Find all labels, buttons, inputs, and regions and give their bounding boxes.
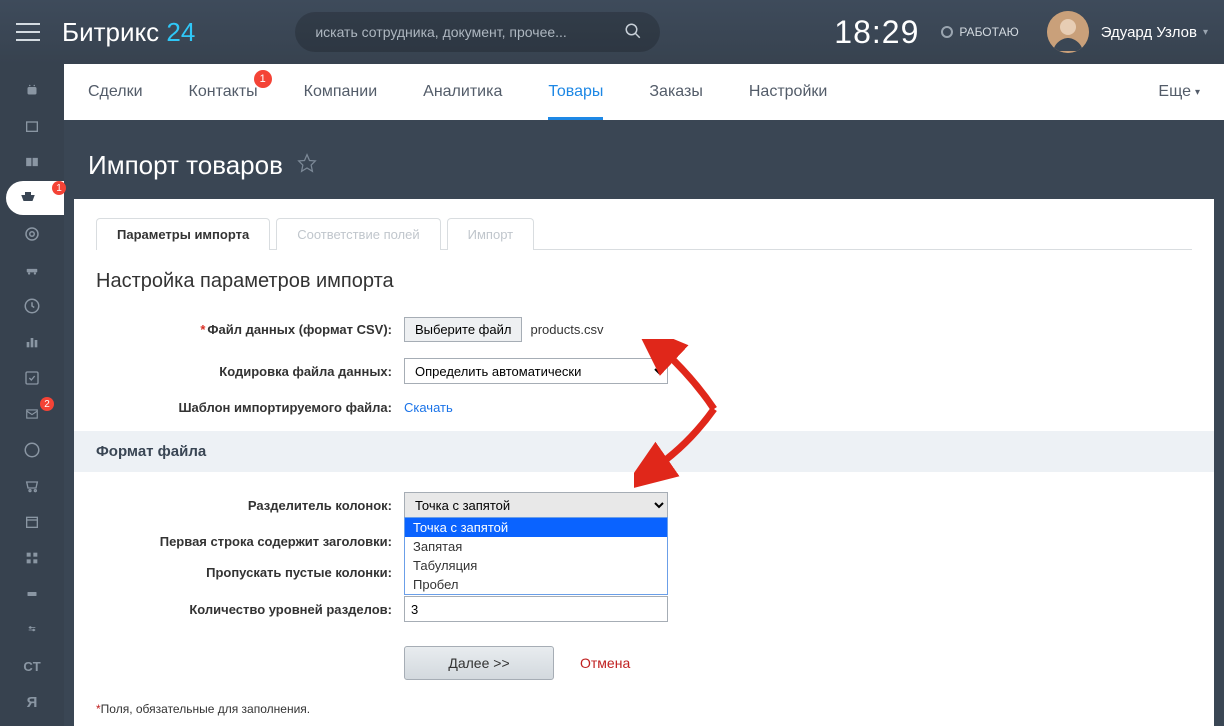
inner-tab-import[interactable]: Импорт bbox=[447, 218, 534, 250]
rail-settings-icon[interactable] bbox=[12, 613, 52, 647]
avatar bbox=[1047, 11, 1089, 53]
tab-settings[interactable]: Настройки bbox=[749, 64, 827, 120]
tab-deals[interactable]: Сделки bbox=[88, 64, 143, 120]
panel-heading: Настройка параметров импорта bbox=[96, 270, 1192, 293]
clock: 18:29 bbox=[834, 14, 919, 51]
tab-contacts-badge: 1 bbox=[254, 70, 272, 88]
menu-icon[interactable] bbox=[16, 23, 40, 41]
import-panel: Параметры импорта Соответствие полей Имп… bbox=[74, 199, 1214, 726]
page-title: Импорт товаров bbox=[88, 150, 283, 181]
label-file: *Файл данных (формат CSV): bbox=[96, 322, 404, 337]
tab-analytics[interactable]: Аналитика bbox=[423, 64, 502, 120]
cancel-button[interactable]: Отмена bbox=[580, 655, 630, 671]
rail-time-icon[interactable] bbox=[12, 289, 52, 323]
logo-text: Битрикс bbox=[62, 17, 159, 47]
rail-drive-icon[interactable] bbox=[12, 577, 52, 611]
logo-accent: 24 bbox=[166, 17, 195, 47]
rail-ya-icon[interactable]: Я bbox=[12, 685, 52, 719]
rail-ct-icon[interactable]: CT bbox=[12, 649, 52, 683]
label-skip-empty: Пропускать пустые колонки: bbox=[96, 565, 404, 580]
rail-grid-icon[interactable] bbox=[12, 541, 52, 575]
next-button[interactable]: Далее >> bbox=[404, 646, 554, 680]
tab-contacts[interactable]: Контакты1 bbox=[189, 64, 258, 120]
rail-android-icon[interactable] bbox=[12, 73, 52, 107]
user-name: Эдуард Узлов bbox=[1101, 24, 1197, 41]
encoding-select[interactable]: Определить автоматически bbox=[404, 358, 668, 384]
delimiter-option-comma[interactable]: Запятая bbox=[405, 537, 667, 556]
record-icon bbox=[941, 26, 953, 38]
rail-mail-badge: 2 bbox=[40, 397, 54, 411]
rail-car-icon[interactable] bbox=[12, 253, 52, 287]
rail-crm-icon[interactable]: 1 bbox=[6, 181, 64, 215]
delimiter-option-tab[interactable]: Табуляция bbox=[405, 556, 667, 575]
tab-more[interactable]: Еще ▾ bbox=[1158, 83, 1200, 101]
rail-calendar-icon[interactable] bbox=[12, 505, 52, 539]
label-encoding: Кодировка файла данных: bbox=[96, 364, 404, 379]
delimiter-option-space[interactable]: Пробел bbox=[405, 575, 667, 594]
file-name: products.csv bbox=[530, 322, 603, 337]
tab-orders[interactable]: Заказы bbox=[649, 64, 702, 120]
search-icon[interactable] bbox=[624, 22, 642, 45]
favorite-star-icon[interactable] bbox=[297, 153, 317, 178]
work-status-label: РАБОТАЮ bbox=[959, 25, 1018, 39]
user-menu[interactable]: Эдуард Узлов ▾ bbox=[1047, 11, 1208, 53]
section-levels-input[interactable] bbox=[404, 596, 668, 622]
section-file-format: Формат файла bbox=[74, 431, 1214, 472]
label-section-levels: Количество уровней разделов: bbox=[96, 602, 404, 617]
rail-mail-icon[interactable]: 2 bbox=[12, 397, 52, 431]
rail-cart-icon[interactable] bbox=[12, 469, 52, 503]
inner-tab-params[interactable]: Параметры импорта bbox=[96, 218, 270, 250]
tab-companies[interactable]: Компании bbox=[304, 64, 378, 120]
required-footnote: *Поля, обязательные для заполнения. bbox=[96, 702, 1192, 716]
download-template-link[interactable]: Скачать bbox=[404, 400, 453, 415]
tab-products[interactable]: Товары bbox=[548, 64, 603, 120]
label-delimiter: Разделитель колонок: bbox=[96, 498, 404, 513]
left-rail: 1 2 CT Я bbox=[0, 64, 64, 726]
choose-file-button[interactable]: Выберите файл bbox=[404, 317, 522, 342]
label-first-row-headers: Первая строка содержит заголовки: bbox=[96, 534, 404, 549]
global-search bbox=[295, 12, 660, 52]
rail-clock-icon[interactable] bbox=[12, 433, 52, 467]
rail-chart-icon[interactable] bbox=[12, 325, 52, 359]
work-status[interactable]: РАБОТАЮ bbox=[941, 25, 1018, 39]
delimiter-option-semicolon[interactable]: Точка с запятой bbox=[405, 518, 667, 537]
logo[interactable]: Битрикс 24 bbox=[62, 17, 195, 48]
rail-box-icon[interactable] bbox=[12, 109, 52, 143]
delimiter-select[interactable]: Точка с запятой bbox=[404, 492, 668, 518]
search-input[interactable] bbox=[295, 12, 660, 52]
label-template: Шаблон импортируемого файла: bbox=[96, 400, 404, 415]
crm-tabs: Сделки Контакты1 Компании Аналитика Това… bbox=[64, 64, 1224, 120]
inner-tab-mapping[interactable]: Соответствие полей bbox=[276, 218, 440, 250]
chevron-down-icon: ▾ bbox=[1203, 27, 1208, 38]
rail-book-icon[interactable] bbox=[12, 145, 52, 179]
delimiter-dropdown: Точка с запятой Запятая Табуляция Пробел bbox=[404, 517, 668, 595]
chevron-down-icon: ▾ bbox=[1195, 87, 1200, 98]
rail-check-icon[interactable] bbox=[12, 361, 52, 395]
rail-target-icon[interactable] bbox=[12, 217, 52, 251]
